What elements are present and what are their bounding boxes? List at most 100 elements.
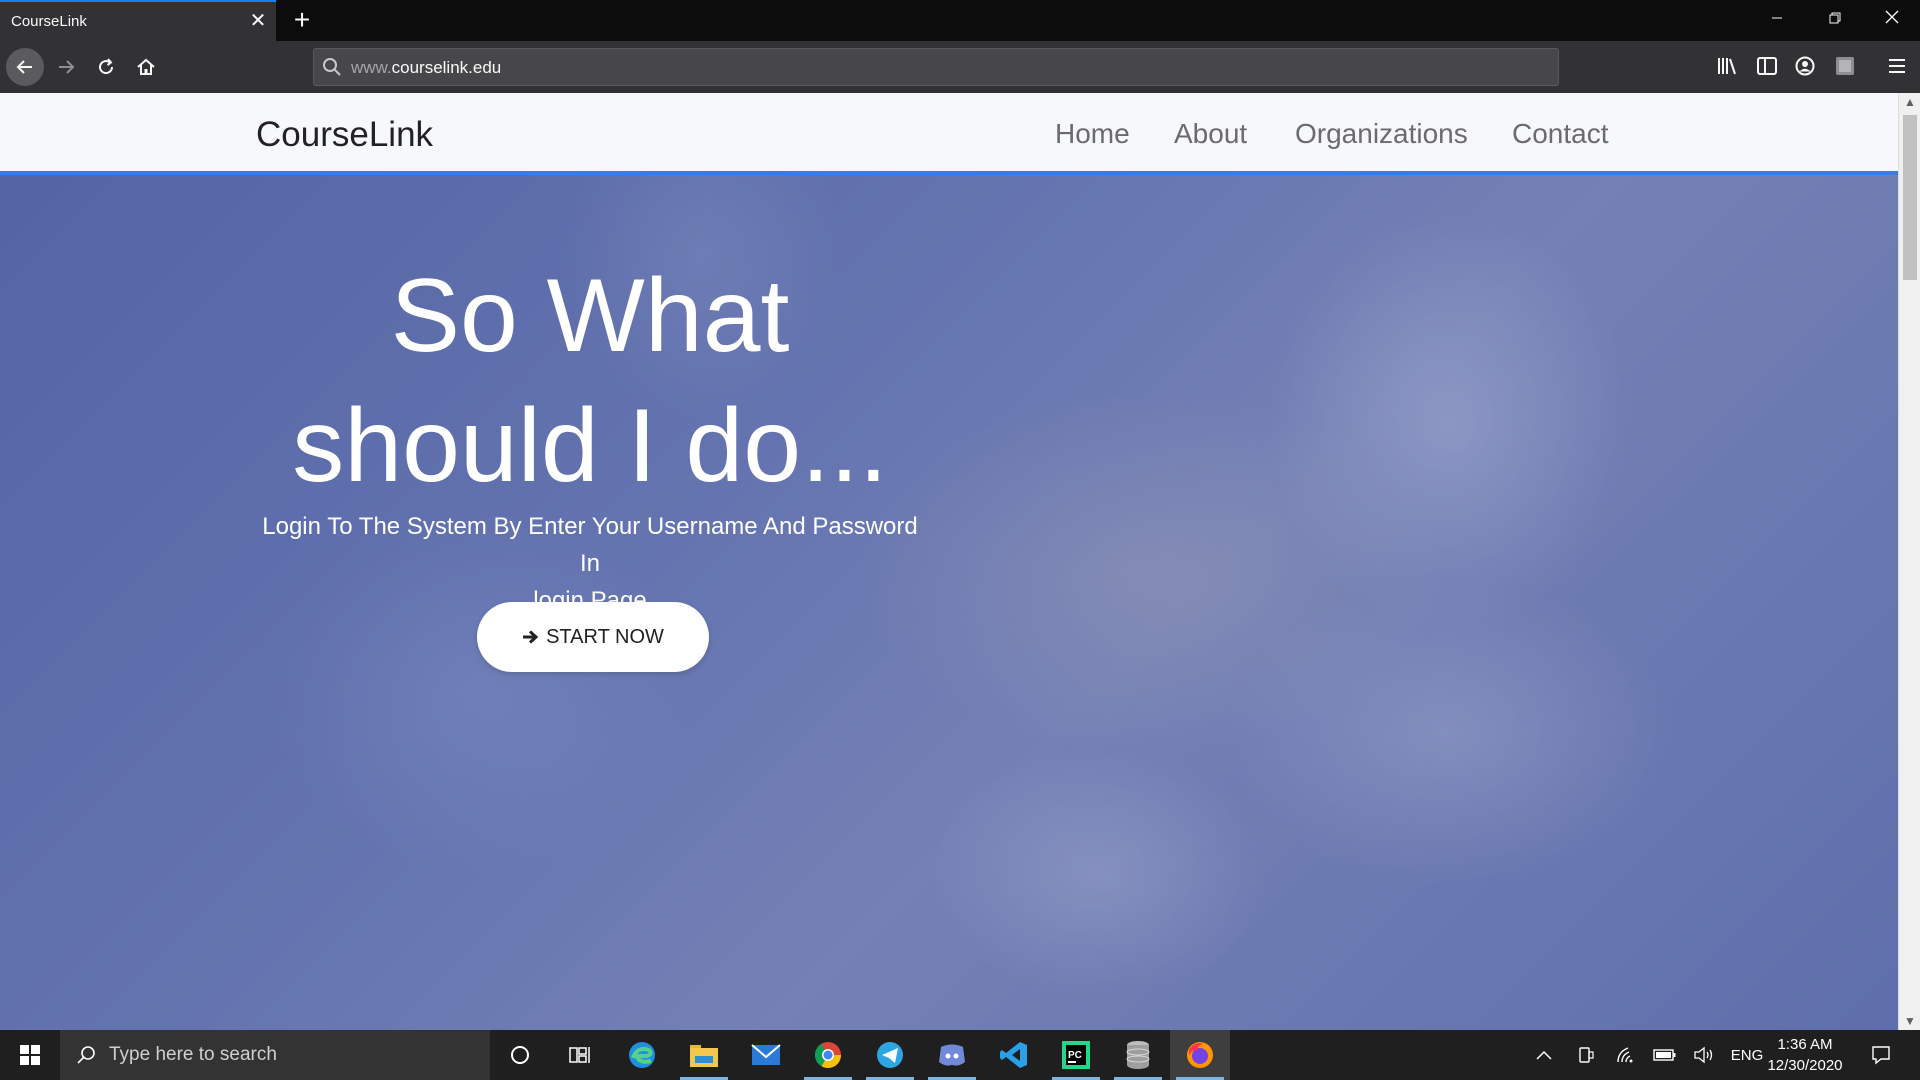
- browser-tab-bar: CourseLink ✕ +: [0, 0, 1920, 41]
- nav-link-about[interactable]: About: [1174, 118, 1247, 150]
- account-button[interactable]: [1790, 51, 1820, 81]
- volume-icon: [1694, 1046, 1713, 1064]
- back-button[interactable]: [5, 47, 45, 87]
- system-clock[interactable]: 1:36 AM 12/30/2020: [1763, 1034, 1847, 1076]
- database-icon: [1126, 1041, 1150, 1069]
- taskbar-file-explorer[interactable]: [674, 1030, 734, 1080]
- page-viewport: CourseLink Home About Organizations Cont…: [0, 93, 1898, 1030]
- start-now-button[interactable]: START NOW: [477, 602, 709, 672]
- menu-button[interactable]: [1882, 51, 1912, 81]
- start-now-label: START NOW: [546, 625, 664, 648]
- cortana-icon: [511, 1046, 529, 1064]
- url-prefix: www.: [351, 58, 392, 77]
- clock-time: 1:36 AM: [1777, 1036, 1833, 1053]
- search-icon: [77, 1046, 95, 1064]
- cortana-button[interactable]: [490, 1030, 550, 1080]
- tab-close-icon[interactable]: ✕: [248, 11, 268, 31]
- taskbar-discord[interactable]: [922, 1030, 982, 1080]
- taskbar-pycharm[interactable]: PC: [1046, 1030, 1106, 1080]
- search-icon: [323, 58, 341, 76]
- scrollbar-thumb[interactable]: [1903, 115, 1917, 280]
- taskbar-edge[interactable]: [612, 1030, 672, 1080]
- close-icon: [1885, 10, 1899, 24]
- volume-button[interactable]: [1692, 1045, 1716, 1065]
- library-icon: [1718, 58, 1736, 75]
- action-center-button[interactable]: [1867, 1045, 1895, 1065]
- sidebar-icon: [1757, 57, 1777, 75]
- edge-icon: [629, 1042, 655, 1068]
- extension-button[interactable]: [1830, 51, 1860, 81]
- task-view-button[interactable]: [550, 1030, 610, 1080]
- chrome-icon: [814, 1042, 842, 1069]
- account-icon: [1795, 56, 1815, 76]
- file-explorer-icon: [690, 1045, 718, 1067]
- discord-icon: [939, 1044, 965, 1066]
- wifi-icon: [1617, 1047, 1633, 1063]
- hero-headline-line1: So What: [390, 258, 790, 374]
- taskbar-vscode[interactable]: [984, 1030, 1044, 1080]
- meet-now-button[interactable]: [1574, 1045, 1598, 1065]
- vscode-icon: [1000, 1042, 1027, 1068]
- library-button[interactable]: [1712, 51, 1742, 81]
- windows-logo-icon: [20, 1045, 40, 1065]
- arrow-right-icon: [523, 630, 539, 644]
- hamburger-menu-icon: [1889, 59, 1905, 73]
- reload-button[interactable]: [88, 49, 124, 85]
- url-text: www.courselink.edu: [351, 58, 501, 78]
- device-icon: [1579, 1047, 1594, 1063]
- task-view-icon: [569, 1047, 590, 1063]
- svg-text:PC: PC: [1068, 1050, 1082, 1061]
- reload-icon: [99, 58, 114, 75]
- battery-icon: [1653, 1049, 1676, 1061]
- taskbar-firefox[interactable]: [1170, 1030, 1230, 1080]
- nav-link-contact[interactable]: Contact: [1512, 118, 1609, 150]
- back-arrow-icon: [16, 60, 32, 74]
- hero-subtitle-line1: Login To The System By Enter Your Userna…: [262, 513, 918, 577]
- home-icon: [137, 58, 155, 75]
- tab-title: CourseLink: [11, 13, 87, 30]
- nav-link-home[interactable]: Home: [1055, 118, 1130, 150]
- mail-icon: [751, 1044, 781, 1065]
- chevron-up-icon: [1536, 1050, 1552, 1060]
- taskbar-telegram[interactable]: [860, 1030, 920, 1080]
- scroll-up-arrow-icon[interactable]: ▲: [1899, 93, 1920, 111]
- network-button[interactable]: [1614, 1045, 1638, 1065]
- browser-tab[interactable]: CourseLink ✕: [0, 0, 276, 41]
- telegram-icon: [877, 1042, 903, 1068]
- windows-taskbar: Type here to search PC ENG 1:36 AM 12/30…: [0, 1030, 1920, 1080]
- forward-arrow-icon: [59, 60, 75, 74]
- taskbar-search-box[interactable]: Type here to search: [60, 1030, 490, 1080]
- firefox-icon: [1187, 1042, 1213, 1068]
- scroll-down-arrow-icon[interactable]: ▼: [1899, 1012, 1920, 1030]
- restore-icon: [1829, 12, 1841, 24]
- start-button[interactable]: [0, 1030, 60, 1080]
- url-domain: courselink.edu: [391, 58, 502, 77]
- show-hidden-icons-button[interactable]: [1532, 1045, 1556, 1065]
- minimize-button[interactable]: [1754, 8, 1800, 32]
- taskbar-database[interactable]: [1108, 1030, 1168, 1080]
- minimize-icon: [1772, 17, 1782, 19]
- home-button[interactable]: [128, 49, 164, 85]
- page-scrollbar[interactable]: ▲ ▼: [1898, 93, 1920, 1030]
- battery-button[interactable]: [1652, 1045, 1678, 1065]
- site-brand[interactable]: CourseLink: [256, 115, 433, 155]
- hero-headline: So What should I do...: [220, 251, 960, 511]
- notification-icon: [1872, 1046, 1890, 1065]
- restore-button[interactable]: [1812, 8, 1858, 32]
- extension-icon: [1836, 57, 1854, 75]
- clock-date: 12/30/2020: [1767, 1057, 1843, 1074]
- site-header: CourseLink Home About Organizations Cont…: [0, 93, 1898, 175]
- input-language-indicator[interactable]: ENG: [1730, 1045, 1764, 1065]
- forward-button[interactable]: [48, 49, 84, 85]
- close-window-button[interactable]: [1869, 8, 1915, 32]
- nav-link-organizations[interactable]: Organizations: [1295, 118, 1468, 150]
- browser-toolbar: www.courselink.edu: [0, 41, 1920, 93]
- sidebar-button[interactable]: [1752, 51, 1782, 81]
- hero-headline-line2: should I do...: [292, 388, 888, 504]
- taskbar-search-placeholder: Type here to search: [109, 1044, 277, 1065]
- taskbar-chrome[interactable]: [798, 1030, 858, 1080]
- address-bar[interactable]: www.courselink.edu: [313, 48, 1559, 86]
- taskbar-mail[interactable]: [736, 1030, 796, 1080]
- new-tab-button[interactable]: +: [288, 6, 316, 34]
- pycharm-icon: PC: [1062, 1041, 1090, 1069]
